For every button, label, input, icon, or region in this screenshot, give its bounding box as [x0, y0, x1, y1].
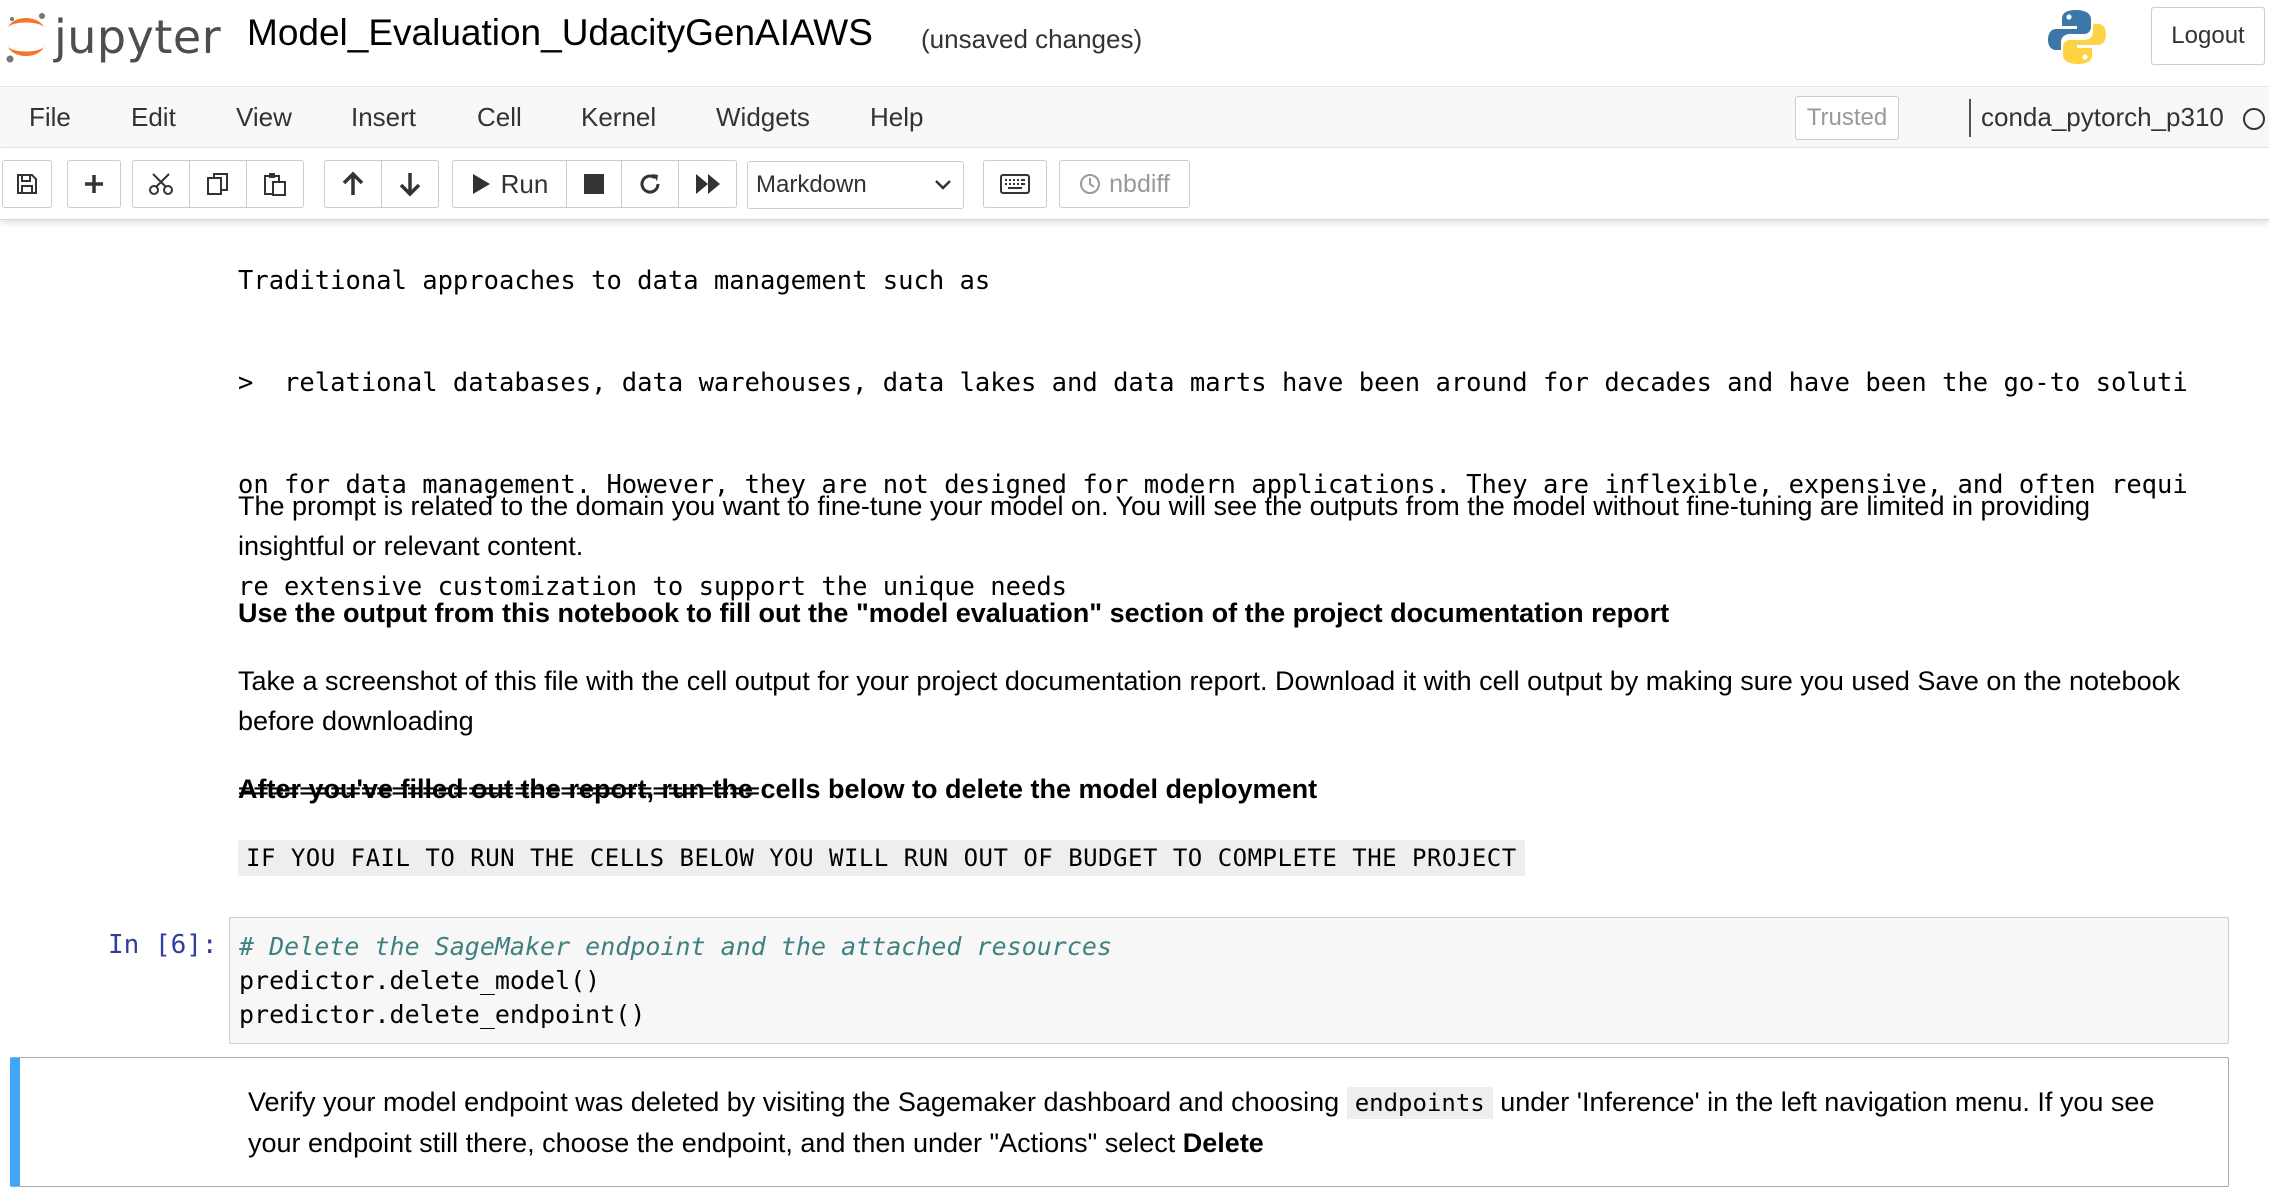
cell-type-select[interactable]: Markdown — [747, 161, 964, 209]
trusted-indicator[interactable]: Trusted — [1795, 96, 1899, 140]
move-up-button[interactable] — [324, 160, 382, 208]
save-icon — [17, 174, 37, 194]
python-logo-icon — [2048, 10, 2106, 64]
kernel-status-icon — [2243, 108, 2265, 130]
selected-markdown-cell[interactable]: Verify your model endpoint was deleted b… — [10, 1057, 2229, 1187]
kernel-name[interactable]: conda_pytorch_p310 — [1981, 102, 2224, 133]
run-label: Run — [500, 168, 549, 199]
cell-type-value: Markdown — [756, 171, 867, 198]
code-line: predictor.delete_model() — [239, 966, 601, 995]
input-prompt: In [6]: — [108, 930, 218, 960]
logo-text: jupyter — [54, 10, 222, 64]
menu-insert[interactable]: Insert — [351, 102, 416, 133]
code-line: predictor.delete_endpoint() — [239, 1000, 646, 1029]
logout-button[interactable]: Logout — [2151, 7, 2265, 65]
menu-file[interactable]: File — [29, 102, 71, 133]
arrow-down-icon — [399, 173, 421, 197]
interrupt-button[interactable] — [566, 160, 622, 208]
notebook-area[interactable]: Traditional approaches to data managemen… — [0, 220, 2269, 1204]
chevron-down-icon — [935, 180, 951, 190]
restart-button[interactable] — [621, 160, 679, 208]
jupyter-logo[interactable]: jupyter — [4, 8, 221, 66]
menu-edit[interactable]: Edit — [131, 102, 176, 133]
code-comment: # Delete the SageMaker endpoint and the … — [239, 932, 1112, 961]
fast-forward-icon — [695, 174, 720, 194]
markdown-paragraph: Take a screenshot of this file with the … — [238, 666, 2181, 736]
markdown-paragraph: Verify your model endpoint was deleted b… — [248, 1082, 2208, 1163]
history-icon — [1080, 174, 1101, 194]
play-icon — [472, 174, 490, 194]
copy-icon — [207, 173, 228, 195]
cut-icon — [149, 173, 173, 195]
paragraph-text: Verify your model endpoint was deleted b… — [248, 1087, 1347, 1117]
menu-widgets[interactable]: Widgets — [716, 102, 810, 133]
save-status: (unsaved changes) — [921, 24, 1143, 54]
inline-code: endpoints — [1346, 1087, 1493, 1119]
arrow-up-icon — [342, 171, 364, 195]
move-down-button[interactable] — [381, 160, 439, 208]
menu-help[interactable]: Help — [870, 102, 923, 133]
menu-kernel[interactable]: Kernel — [581, 102, 656, 133]
nbdiff-label: nbdiff — [1109, 169, 1170, 198]
restart-icon — [640, 174, 660, 194]
plus-icon — [85, 175, 103, 193]
markdown-bold-paragraph: After you've filled out the report, run … — [238, 774, 1318, 804]
toolbar: Run Markdown nbdiff — [0, 148, 2269, 220]
save-button[interactable] — [2, 160, 52, 208]
header: jupyter Model_Evaluation_UdacityGenAIAWS… — [0, 0, 2269, 86]
paste-button[interactable] — [246, 160, 304, 208]
paste-icon — [264, 173, 286, 196]
insert-cell-button[interactable] — [67, 160, 121, 208]
output-line: > relational databases, data warehouses,… — [238, 368, 2188, 398]
keyboard-icon — [1000, 174, 1030, 194]
command-palette-button[interactable] — [983, 160, 1047, 208]
warning-code-span: IF YOU FAIL TO RUN THE CELLS BELOW YOU W… — [238, 840, 1525, 876]
jupyter-logo-icon — [6, 13, 45, 63]
kernel-separator — [1969, 99, 1971, 137]
run-all-button[interactable] — [678, 160, 737, 208]
code-cell[interactable]: # Delete the SageMaker endpoint and the … — [229, 917, 2229, 1044]
stop-icon — [584, 174, 604, 194]
menu-cell[interactable]: Cell — [477, 102, 522, 133]
run-button[interactable]: Run — [452, 160, 567, 208]
menubar: File Edit View Insert Cell Kernel Widget… — [0, 86, 2269, 148]
markdown-bold-paragraph: Use the output from this notebook to fil… — [238, 598, 1670, 628]
notebook-title[interactable]: Model_Evaluation_UdacityGenAIAWS — [247, 12, 873, 54]
nbdiff-button[interactable]: nbdiff — [1059, 160, 1190, 208]
menu-view[interactable]: View — [236, 102, 292, 133]
markdown-paragraph: The prompt is related to the domain you … — [238, 491, 2091, 561]
bold-text: Delete — [1182, 1128, 1264, 1158]
output-line: Traditional approaches to data managemen… — [238, 266, 991, 296]
cut-button[interactable] — [132, 160, 190, 208]
copy-button[interactable] — [189, 160, 247, 208]
